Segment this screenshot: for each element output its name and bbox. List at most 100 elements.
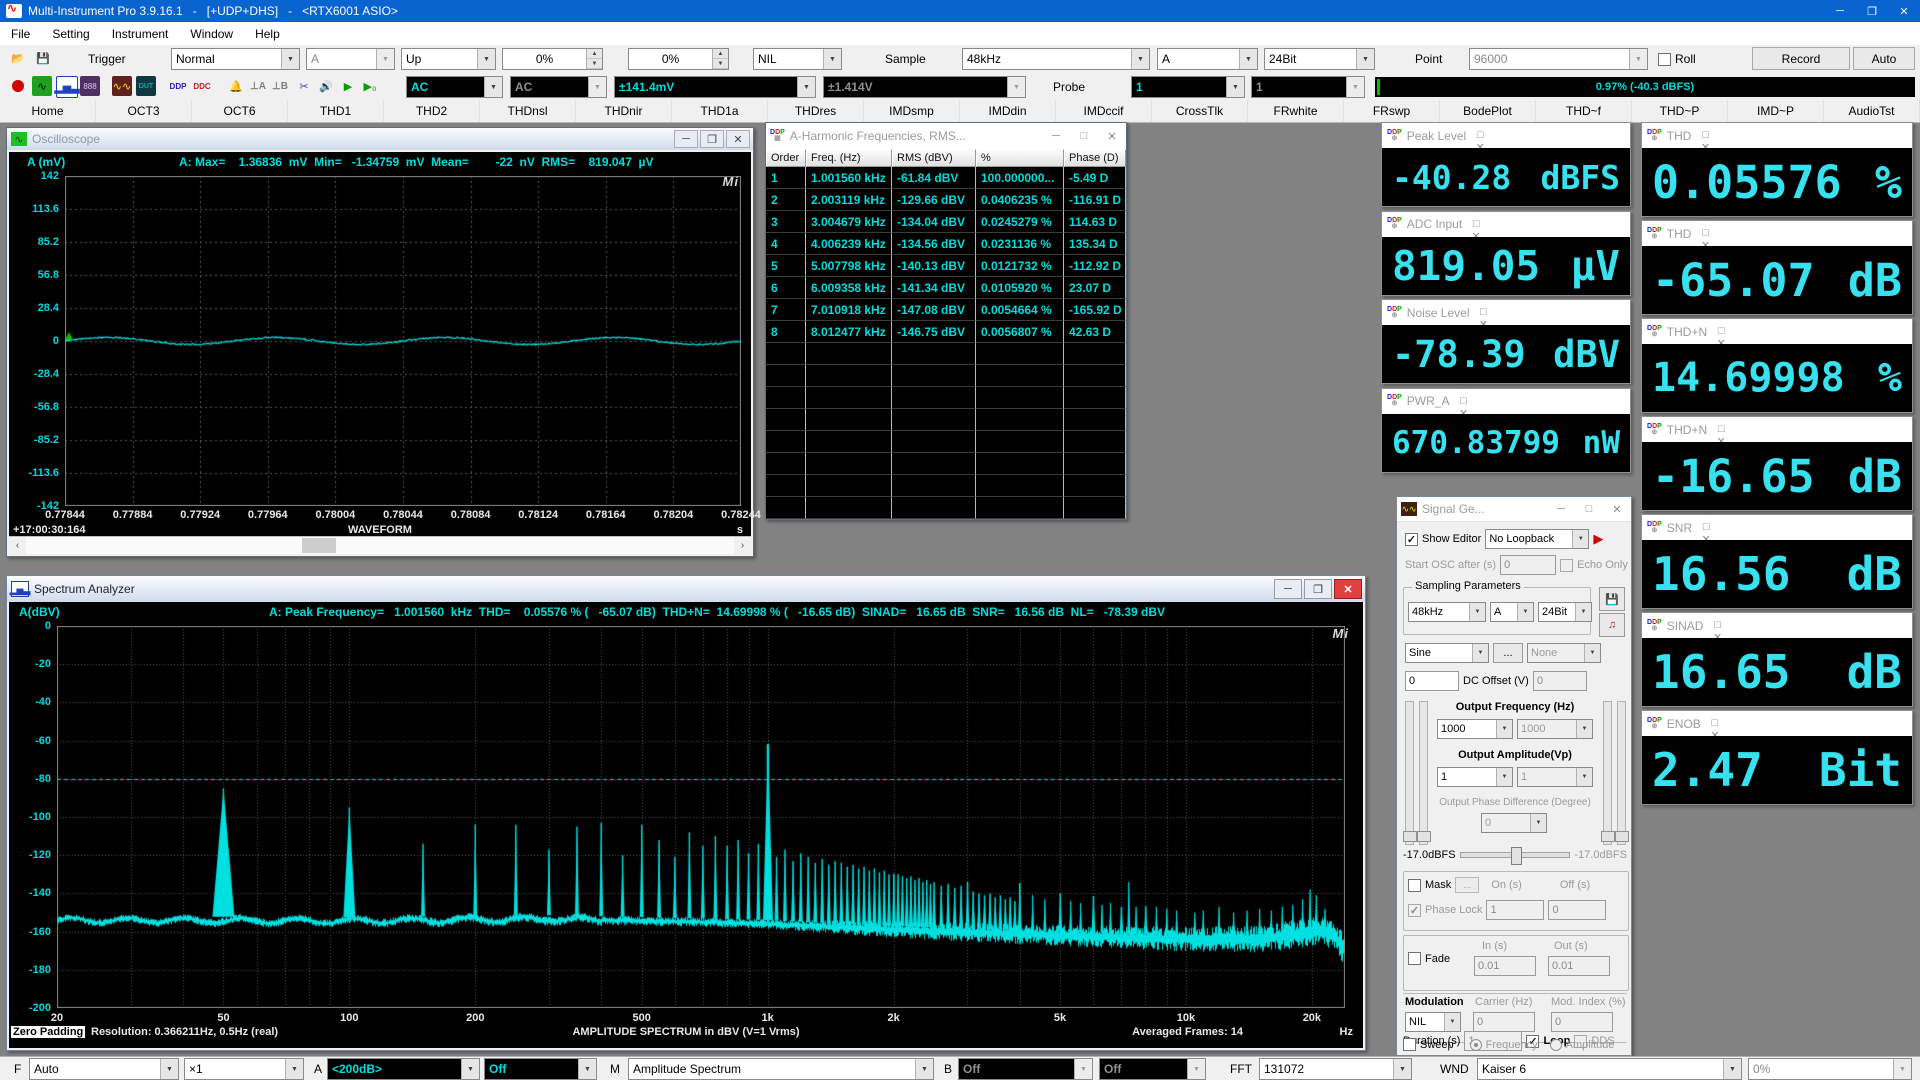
meter-title-bar[interactable]: DDP⊕ADC Input─□✕ bbox=[1382, 212, 1630, 237]
balance-slider[interactable] bbox=[1460, 852, 1571, 858]
spectrum-analyzer-icon[interactable]: ▂▅▃ bbox=[56, 76, 78, 98]
menu-item-help[interactable]: Help bbox=[244, 22, 291, 45]
siggen-bits-select[interactable]: 24Bit▼ bbox=[1538, 602, 1592, 622]
minimize-button[interactable]: ─ bbox=[1449, 383, 1477, 395]
maximize-button[interactable]: □ bbox=[1701, 717, 1729, 729]
oscilloscope-icon[interactable]: ∿ bbox=[32, 76, 52, 96]
sampling-rate-select[interactable]: 48kHz▼ bbox=[962, 48, 1150, 70]
freq-reject-select[interactable]: NIL▼ bbox=[753, 48, 842, 70]
restore-button[interactable]: ❐ bbox=[700, 130, 724, 148]
probe-a-select[interactable]: 1▼ bbox=[1131, 76, 1245, 98]
panel-tab-thdres[interactable]: THDres bbox=[768, 100, 864, 122]
restore-button[interactable]: ❐ bbox=[1304, 579, 1332, 599]
dc-offset-a-input[interactable]: 0 bbox=[1405, 671, 1459, 691]
ddc-icon[interactable]: DDC bbox=[192, 76, 212, 96]
panel-tab-thdnsl[interactable]: THDnsl bbox=[480, 100, 576, 122]
record-indicator-icon[interactable] bbox=[8, 76, 28, 96]
table-row-empty[interactable] bbox=[766, 453, 1126, 475]
ddp-viewer-icon[interactable]: DDP bbox=[168, 76, 188, 96]
scroll-track[interactable] bbox=[26, 537, 734, 554]
column-header[interactable]: RMS (dBV) bbox=[892, 149, 976, 167]
column-header[interactable]: % bbox=[976, 149, 1064, 167]
trigger-delay-spinner[interactable]: 0%▲▼ bbox=[628, 48, 729, 70]
speaker-icon[interactable]: 🔊 bbox=[316, 76, 336, 96]
meter-title-bar[interactable]: DDP⊕SINAD─□✕ bbox=[1642, 613, 1912, 638]
table-row[interactable]: 33.004679 kHz-134.04 dBV0.0245279 %114.6… bbox=[766, 211, 1126, 233]
minimize-button[interactable]: ─ bbox=[1042, 123, 1070, 149]
menu-item-setting[interactable]: Setting bbox=[41, 22, 100, 45]
slider-thumb[interactable] bbox=[1417, 831, 1431, 842]
meter-title-bar[interactable]: DDP⊕Peak Level─□✕ bbox=[1382, 123, 1630, 148]
save-file-icon[interactable]: 💾 bbox=[33, 48, 53, 68]
siggen-rate-select[interactable]: 48kHz▼ bbox=[1408, 602, 1486, 622]
maximize-button[interactable]: □ bbox=[1692, 521, 1720, 533]
probe-calibration-icon[interactable]: ✂ bbox=[294, 76, 314, 96]
freq-axis-mode-select[interactable]: Auto▼ bbox=[29, 1058, 179, 1080]
sampling-channel-select[interactable]: A▼ bbox=[1157, 48, 1258, 70]
bit-depth-select[interactable]: 24Bit▼ bbox=[1264, 48, 1375, 70]
spectrum-canvas[interactable] bbox=[57, 626, 1345, 1008]
device-test-plan-icon[interactable]: DUT bbox=[136, 76, 156, 96]
oscilloscope-title-bar[interactable]: ∿ Oscilloscope ─ ❐ ✕ bbox=[7, 128, 753, 150]
multimeter-icon[interactable]: 888 bbox=[80, 76, 100, 96]
table-row-empty[interactable] bbox=[766, 431, 1126, 453]
meter-title-bar[interactable]: DDP⊕THD─□✕ bbox=[1642, 123, 1912, 148]
table-row[interactable]: 22.003119 kHz-129.66 dBV0.0406235 %-116.… bbox=[766, 189, 1126, 211]
column-header[interactable]: Order bbox=[766, 149, 806, 167]
panel-tab-audiotst[interactable]: AudioTst bbox=[1824, 100, 1920, 122]
siggen-notes-icon[interactable]: ♫ bbox=[1599, 613, 1625, 637]
slider-thumb[interactable] bbox=[1511, 847, 1522, 865]
roll-checkbox[interactable] bbox=[1658, 53, 1671, 66]
table-row-empty[interactable] bbox=[766, 365, 1126, 387]
minimize-button[interactable]: ─ bbox=[1703, 607, 1731, 619]
panel-tab-imdccif[interactable]: IMDccif bbox=[1056, 100, 1152, 122]
minimize-button[interactable]: ─ bbox=[1470, 294, 1498, 306]
trigger-level-spinner[interactable]: 0%▲▼ bbox=[502, 48, 603, 70]
panel-tab-imdsmp[interactable]: IMDsmp bbox=[864, 100, 960, 122]
meter-title-bar[interactable]: DDP⊕ENOB─□✕ bbox=[1642, 711, 1912, 736]
maximize-button[interactable]: □ bbox=[1575, 497, 1603, 521]
maximize-button[interactable]: □ bbox=[1707, 325, 1735, 337]
loopback-select[interactable]: No Loopback▼ bbox=[1485, 529, 1589, 549]
siggen-title-bar[interactable]: ∿∿ Signal Ge... ─ □ ✕ bbox=[1397, 497, 1631, 522]
panel-tab-frswp[interactable]: FRswp bbox=[1344, 100, 1440, 122]
maximize-button[interactable]: □ bbox=[1462, 218, 1490, 230]
panel-tab-thd1[interactable]: THD1 bbox=[288, 100, 384, 122]
meter-title-bar[interactable]: DDP⊕PWR_A─□✕ bbox=[1382, 389, 1630, 414]
minimize-button[interactable]: ─ bbox=[1707, 411, 1735, 423]
table-row-empty[interactable] bbox=[766, 387, 1126, 409]
close-button[interactable]: ✕ bbox=[1098, 123, 1126, 149]
minimize-button[interactable]: ─ bbox=[1824, 0, 1856, 22]
minimize-button[interactable]: ─ bbox=[1691, 215, 1719, 227]
siggen-save-icon[interactable]: 💾 bbox=[1599, 587, 1625, 611]
minimize-button[interactable]: ─ bbox=[1274, 579, 1302, 599]
range-a-select[interactable]: ±141.4mV▼ bbox=[614, 76, 816, 98]
waveform-more-button[interactable]: ... bbox=[1493, 643, 1523, 663]
output-level-slider-b1[interactable] bbox=[1603, 701, 1612, 845]
waveform-select[interactable]: Sine▼ bbox=[1405, 643, 1489, 663]
output-level-slider-a2[interactable] bbox=[1419, 701, 1428, 845]
panel-tab-oct3[interactable]: OCT3 bbox=[96, 100, 192, 122]
table-row[interactable]: 77.010918 kHz-147.08 dBV0.0054664 %-165.… bbox=[766, 299, 1126, 321]
meter-title-bar[interactable]: DDP⊕Noise Level─□✕ bbox=[1382, 300, 1630, 325]
panel-tab-crosstlk[interactable]: CrossTlk bbox=[1152, 100, 1248, 122]
panel-tab-imd~p[interactable]: IMD~P bbox=[1728, 100, 1824, 122]
run-icon[interactable]: ▶ bbox=[338, 76, 358, 96]
minimize-button[interactable]: ─ bbox=[674, 130, 698, 148]
alarm-bell-icon[interactable]: 🔔 bbox=[226, 76, 246, 96]
table-row[interactable]: 11.001560 kHz-61.84 dBV100.000000...-5.4… bbox=[766, 167, 1126, 189]
table-row[interactable]: 88.012477 kHz-146.75 dBV0.0056807 %42.63… bbox=[766, 321, 1126, 343]
measurement-mode-select[interactable]: Amplitude Spectrum▼ bbox=[628, 1058, 934, 1080]
sweep-checkbox[interactable] bbox=[1403, 1038, 1416, 1051]
spin-down-icon[interactable]: ▼ bbox=[587, 59, 602, 69]
maximize-button[interactable]: □ bbox=[1449, 395, 1477, 407]
window-type-select[interactable]: Kaiser 6▼ bbox=[1477, 1058, 1742, 1080]
ground-b-icon[interactable]: ⊥B bbox=[270, 76, 290, 96]
scroll-left-icon[interactable]: ‹ bbox=[9, 537, 26, 554]
minimize-button[interactable]: ─ bbox=[1466, 117, 1494, 129]
minimize-button[interactable]: ─ bbox=[1547, 497, 1575, 521]
fft-size-select[interactable]: 131072▼ bbox=[1259, 1058, 1412, 1080]
maximize-button[interactable]: □ bbox=[1070, 123, 1098, 149]
scroll-thumb[interactable] bbox=[302, 538, 336, 553]
maximize-button[interactable]: □ bbox=[1707, 423, 1735, 435]
